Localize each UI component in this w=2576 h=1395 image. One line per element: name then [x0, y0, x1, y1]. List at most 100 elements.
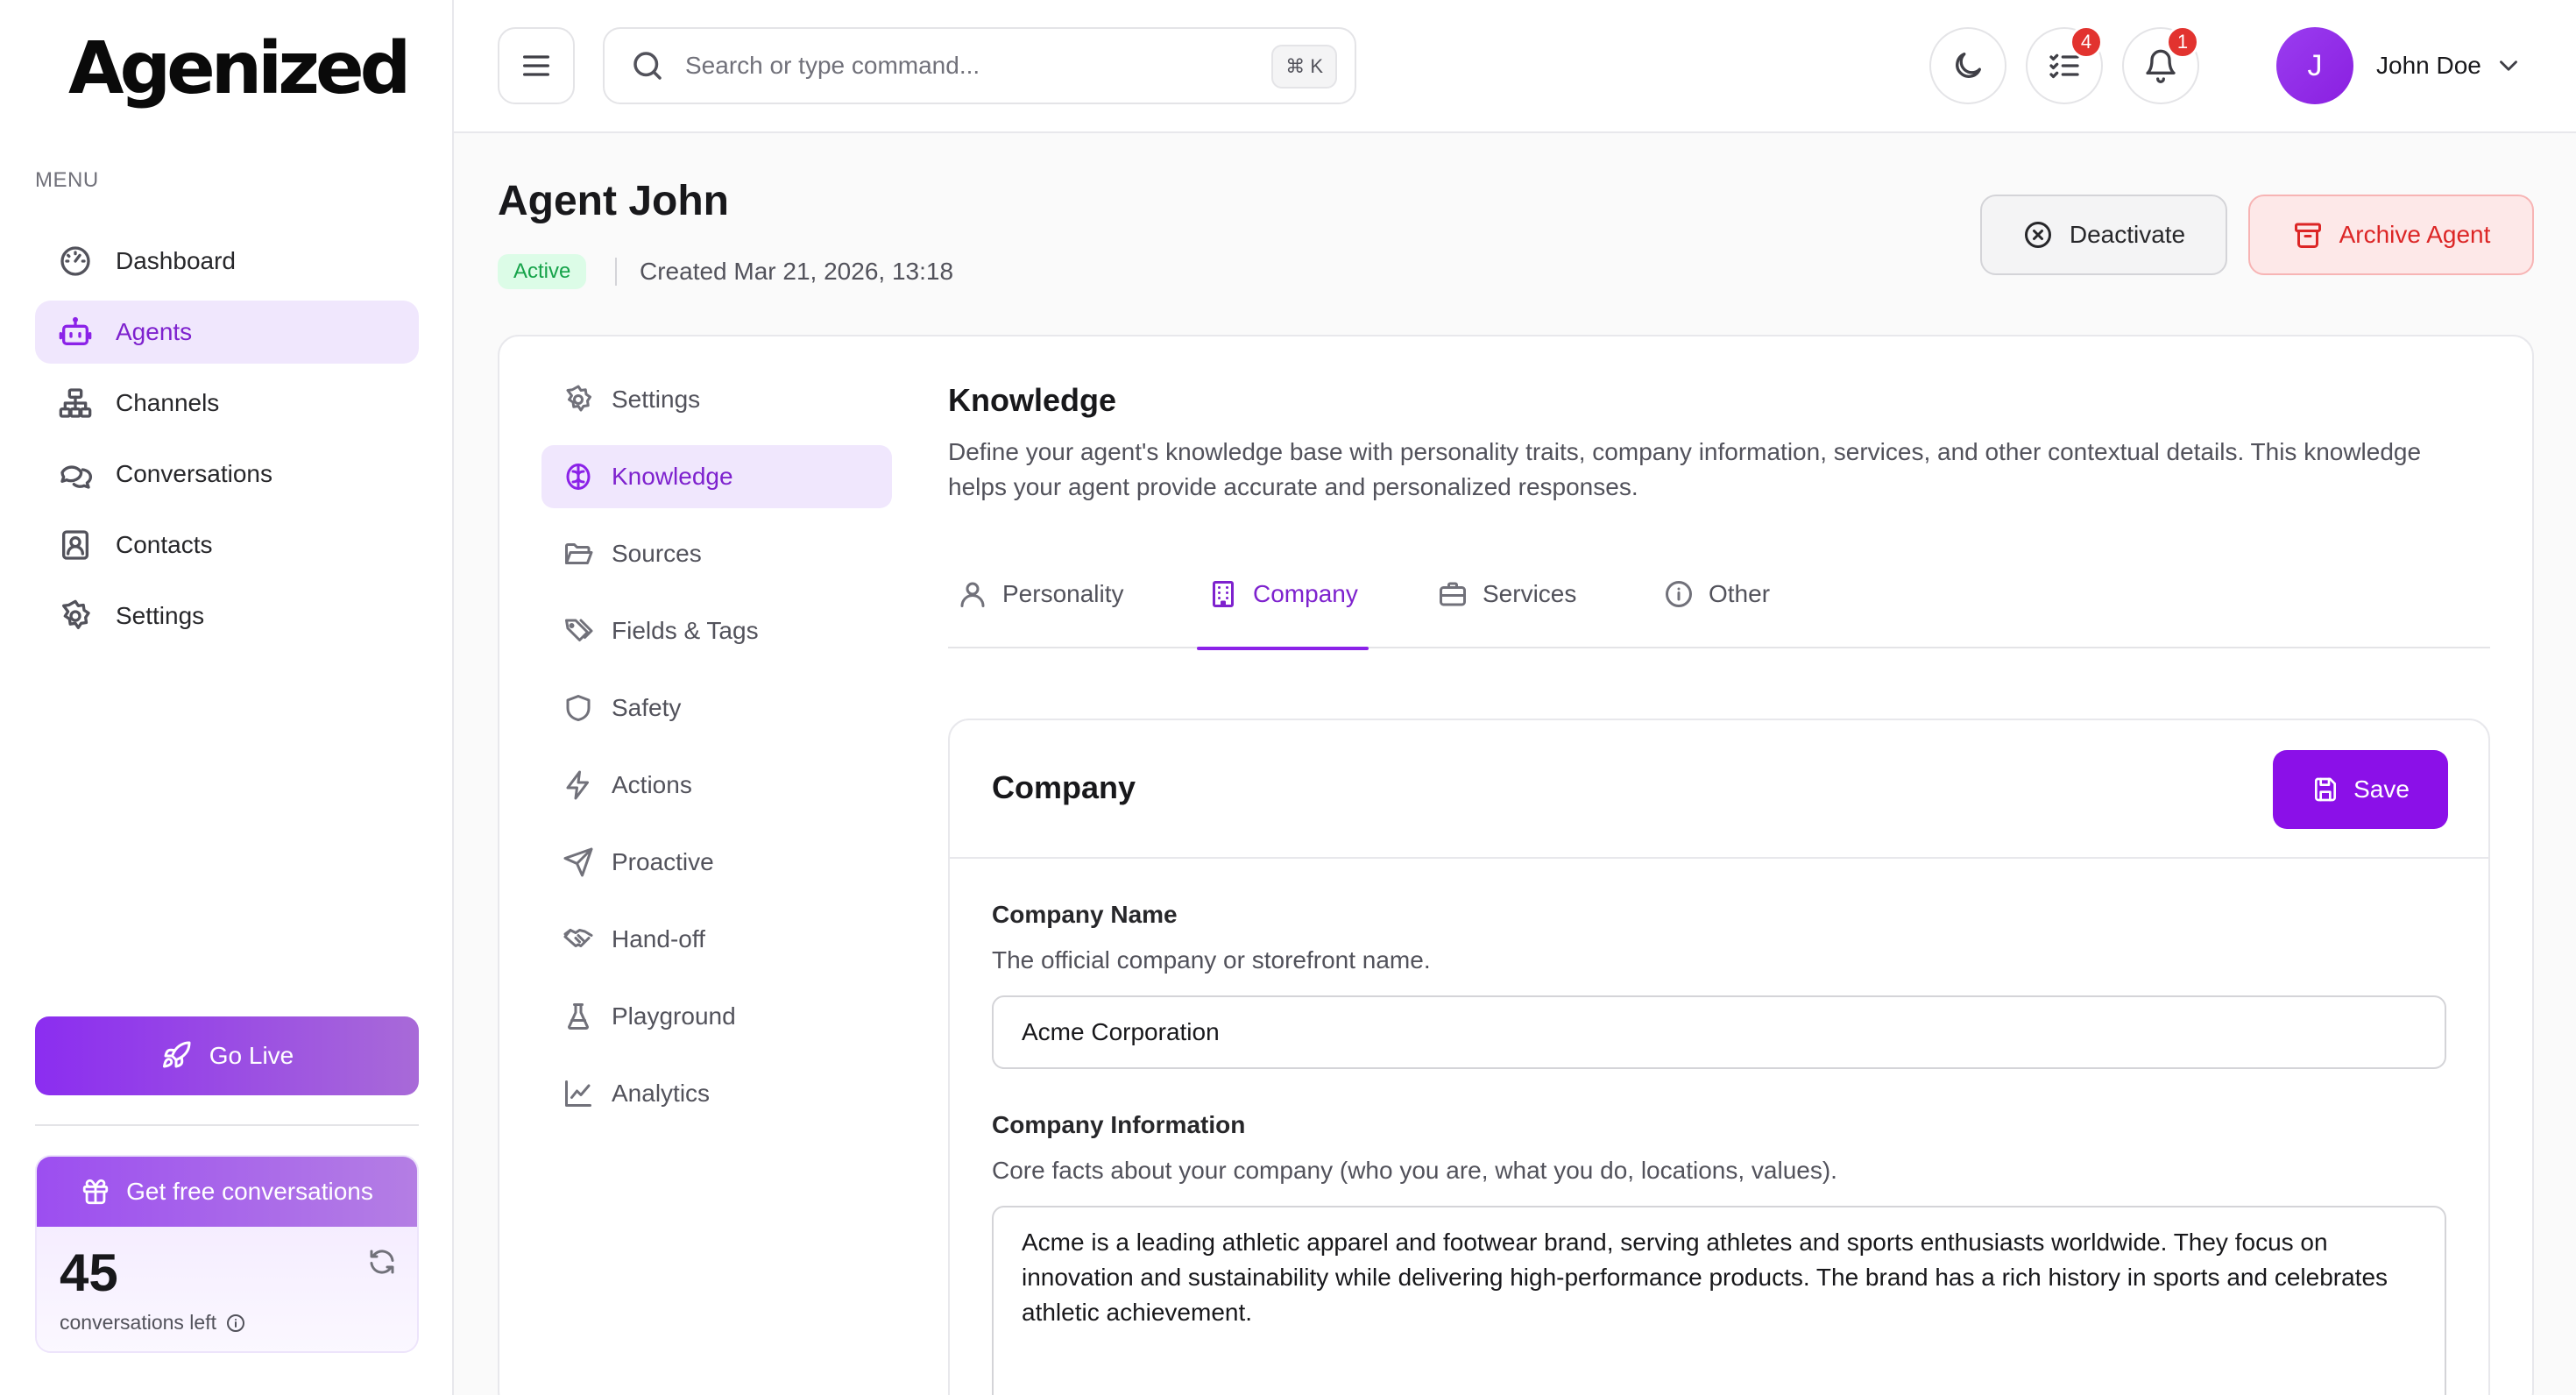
sidebar-item-label: Channels [116, 389, 220, 416]
subnav-item-hand-off[interactable]: Hand-off [541, 908, 892, 971]
theme-toggle-button[interactable] [1929, 27, 2006, 104]
subnav-item-actions[interactable]: Actions [541, 754, 892, 817]
sidebar-item-agents[interactable]: Agents [35, 301, 419, 364]
created-timestamp: Created Mar 21, 2026, 13:18 [640, 258, 954, 285]
main-nav: Dashboard Agents Channels Conversations … [35, 230, 419, 655]
conversations-left-count: 45 [60, 1243, 118, 1302]
chevron-down-icon [2494, 51, 2523, 81]
tab-services[interactable]: Services [1437, 561, 1576, 648]
subnav-item-label: Knowledge [612, 463, 733, 490]
circle-x-icon [2022, 219, 2054, 251]
sidebar-item-settings[interactable]: Settings [35, 584, 419, 648]
flask-icon [563, 1001, 594, 1032]
subnav-item-sources[interactable]: Sources [541, 522, 892, 585]
sidebar-item-channels[interactable]: Channels [35, 372, 419, 435]
shield-icon [563, 692, 594, 724]
tags-icon [563, 615, 594, 647]
gauge-icon [58, 244, 93, 279]
get-free-conversations-button[interactable]: Get free conversations [37, 1157, 417, 1227]
subnav-item-label: Fields & Tags [612, 617, 759, 644]
tab-label: Company [1253, 580, 1358, 607]
info-icon [1663, 578, 1695, 610]
archive-icon [2292, 219, 2324, 251]
subnav-item-knowledge[interactable]: Knowledge [541, 445, 892, 508]
refresh-icon[interactable] [366, 1246, 398, 1278]
conversations-left-caption: conversations left [60, 1311, 246, 1335]
company-name-label: Company Name [992, 901, 1178, 928]
user-name: John Doe [2376, 52, 2481, 79]
knowledge-title: Knowledge [948, 382, 1117, 418]
chart-line-icon [563, 1078, 594, 1109]
agent-subnav: Settings Knowledge Sources Fields & Tags… [541, 368, 892, 1139]
rocket-icon [160, 1040, 192, 1072]
avatar: J [2276, 27, 2353, 104]
handshake-icon [563, 924, 594, 955]
deactivate-button[interactable]: Deactivate [1980, 195, 2227, 275]
briefcase-icon [1437, 578, 1468, 610]
subnav-item-proactive[interactable]: Proactive [541, 831, 892, 894]
subnav-item-playground[interactable]: Playground [541, 985, 892, 1048]
moon-icon [1950, 48, 1985, 83]
subnav-item-fields-tags[interactable]: Fields & Tags [541, 599, 892, 662]
sidebar-item-conversations[interactable]: Conversations [35, 443, 419, 506]
company-name-input[interactable] [992, 995, 2446, 1069]
subnav-item-label: Safety [612, 694, 682, 721]
archive-agent-label: Archive Agent [2339, 221, 2491, 248]
archive-agent-button[interactable]: Archive Agent [2248, 195, 2534, 275]
tab-personality[interactable]: Personality [957, 561, 1124, 648]
tab-company[interactable]: Company [1197, 561, 1369, 650]
go-live-button[interactable]: Go Live [35, 1016, 419, 1095]
subnav-item-analytics[interactable]: Analytics [541, 1062, 892, 1125]
company-info-textarea[interactable]: Acme is a leading athletic apparel and f… [992, 1206, 2446, 1395]
sidebar-item-label: Settings [116, 602, 205, 629]
page-title: Agent John [498, 178, 729, 224]
menu-toggle-button[interactable] [498, 27, 575, 104]
folder-open-icon [563, 538, 594, 570]
subnav-item-label: Analytics [612, 1080, 711, 1107]
sidebar-item-contacts[interactable]: Contacts [35, 513, 419, 577]
subnav-item-settings[interactable]: Settings [541, 368, 892, 431]
building-icon [1207, 578, 1239, 610]
sidebar-divider [35, 1124, 419, 1126]
notifications-button[interactable]: 1 [2122, 25, 2199, 104]
search-bar[interactable]: ⌘ K [603, 27, 1356, 104]
messages-icon [58, 457, 93, 492]
subnav-item-label: Sources [612, 540, 702, 567]
knowledge-tabs: Personality Company Services Other [948, 561, 2490, 650]
gear-icon [58, 598, 93, 634]
go-live-label: Go Live [209, 1042, 294, 1069]
company-form-header: Company Save [950, 720, 2488, 859]
status-badge: Active [498, 254, 587, 289]
search-input[interactable] [685, 52, 1246, 80]
sidebar-item-label: Contacts [116, 531, 213, 558]
free-conversations-card: Get free conversations 45 conversations … [35, 1155, 419, 1353]
network-icon [58, 386, 93, 421]
meta-divider [615, 258, 617, 286]
search-icon [629, 47, 666, 84]
user-menu[interactable]: J John Doe [2276, 27, 2523, 104]
company-info-hint: Core facts about your company (who you a… [992, 1157, 1837, 1184]
company-form-title: Company [992, 769, 1136, 805]
gift-icon [81, 1177, 110, 1207]
company-info-label: Company Information [992, 1111, 1246, 1138]
company-name-hint: The official company or storefront name. [992, 946, 1431, 974]
info-icon[interactable] [225, 1313, 246, 1334]
knowledge-description: Define your agent's knowledge base with … [948, 438, 2422, 500]
tasks-badge: 4 [2070, 25, 2103, 59]
hamburger-icon [519, 48, 554, 83]
tab-label: Personality [1002, 580, 1124, 607]
promo-header-label: Get free conversations [126, 1178, 373, 1205]
tab-other[interactable]: Other [1663, 561, 1770, 648]
sidebar-item-label: Dashboard [116, 247, 236, 274]
save-button[interactable]: Save [2273, 750, 2448, 829]
topbar: ⌘ K 4 1 J John Doe [454, 0, 2576, 133]
brand-logo[interactable]: Agenized [68, 33, 411, 105]
gear-icon [563, 384, 594, 415]
subnav-item-label: Settings [612, 386, 701, 413]
sidebar-item-dashboard[interactable]: Dashboard [35, 230, 419, 293]
tasks-button[interactable]: 4 [2026, 25, 2103, 104]
deactivate-label: Deactivate [2069, 221, 2186, 248]
subnav-item-safety[interactable]: Safety [541, 676, 892, 740]
lightning-icon [563, 769, 594, 801]
subnav-item-label: Actions [612, 771, 692, 798]
